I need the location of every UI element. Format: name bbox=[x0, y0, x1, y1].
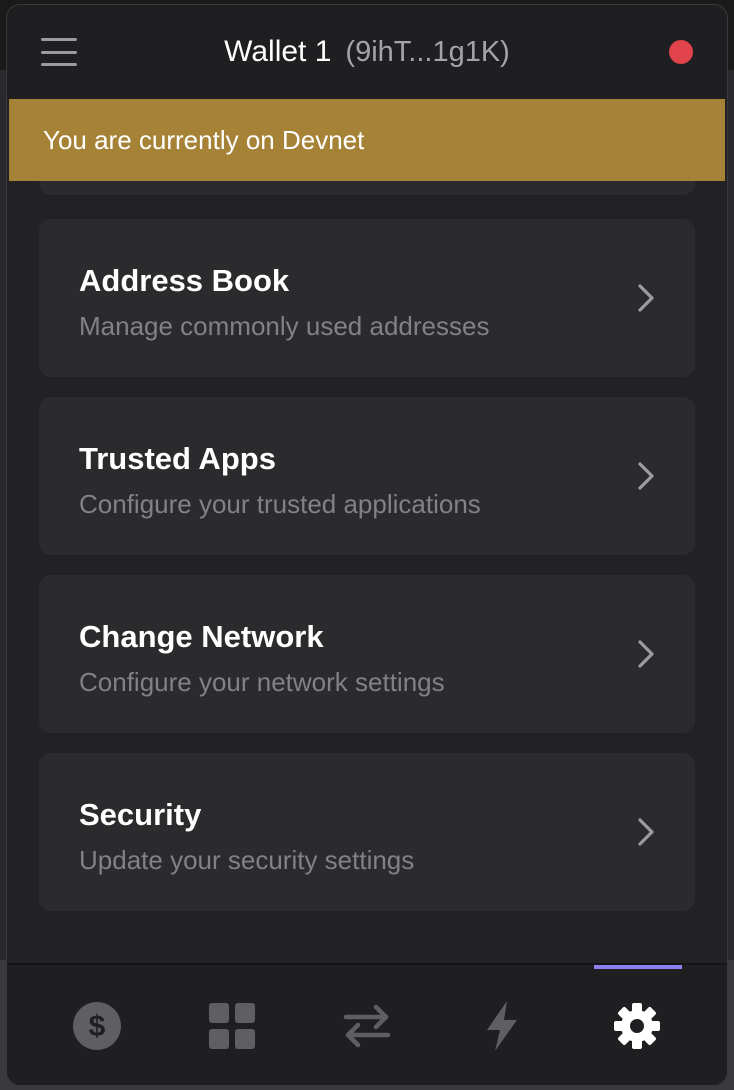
svg-text:$: $ bbox=[89, 1010, 106, 1043]
settings-item-title: Trusted Apps bbox=[79, 441, 276, 476]
hamburger-menu-icon[interactable] bbox=[41, 38, 77, 66]
settings-item-title: Address Book bbox=[79, 263, 290, 298]
tab-collectibles[interactable] bbox=[187, 965, 277, 1085]
settings-list: Address Book Manage commonly used addres… bbox=[7, 181, 727, 963]
tab-activity[interactable] bbox=[457, 965, 547, 1085]
chevron-right-icon bbox=[638, 284, 654, 312]
chevron-right-icon bbox=[638, 818, 654, 846]
tab-balances[interactable]: $ bbox=[52, 965, 142, 1085]
settings-card-partial[interactable] bbox=[39, 181, 695, 195]
lightning-icon bbox=[487, 1001, 517, 1051]
settings-item-title: Security bbox=[79, 797, 202, 832]
settings-item-security[interactable]: Security Update your security settings bbox=[39, 753, 695, 911]
swap-icon bbox=[343, 1004, 391, 1048]
settings-item-trusted-apps[interactable]: Trusted Apps Configure your trusted appl… bbox=[39, 397, 695, 555]
tab-swap[interactable] bbox=[322, 965, 412, 1085]
tab-settings[interactable] bbox=[592, 965, 682, 1085]
devnet-banner: You are currently on Devnet bbox=[9, 99, 725, 181]
gear-icon bbox=[614, 1003, 660, 1049]
header: Wallet 1 (9ihT...1g1K) bbox=[7, 5, 727, 99]
wallet-window: Wallet 1 (9ihT...1g1K) You are currently… bbox=[6, 4, 728, 1086]
wallet-address: (9ihT...1g1K) bbox=[345, 36, 510, 68]
settings-item-address-book[interactable]: Address Book Manage commonly used addres… bbox=[39, 219, 695, 377]
chevron-right-icon bbox=[638, 640, 654, 668]
wallet-name: Wallet 1 bbox=[224, 35, 332, 68]
devnet-banner-text: You are currently on Devnet bbox=[43, 124, 365, 155]
settings-item-description: Configure your network settings bbox=[79, 667, 445, 697]
settings-item-description: Configure your trusted applications bbox=[79, 489, 481, 519]
grid-icon bbox=[209, 1003, 255, 1049]
settings-item-description: Update your security settings bbox=[79, 845, 415, 875]
settings-item-title: Change Network bbox=[79, 619, 324, 654]
settings-item-change-network[interactable]: Change Network Configure your network se… bbox=[39, 575, 695, 733]
connection-status-dot-icon bbox=[669, 40, 693, 64]
bottom-tab-bar: $ bbox=[7, 963, 727, 1085]
wallet-title[interactable]: Wallet 1 (9ihT...1g1K) bbox=[224, 35, 510, 69]
dollar-icon: $ bbox=[73, 1002, 121, 1050]
chevron-right-icon bbox=[638, 462, 654, 490]
settings-item-description: Manage commonly used addresses bbox=[79, 311, 490, 341]
